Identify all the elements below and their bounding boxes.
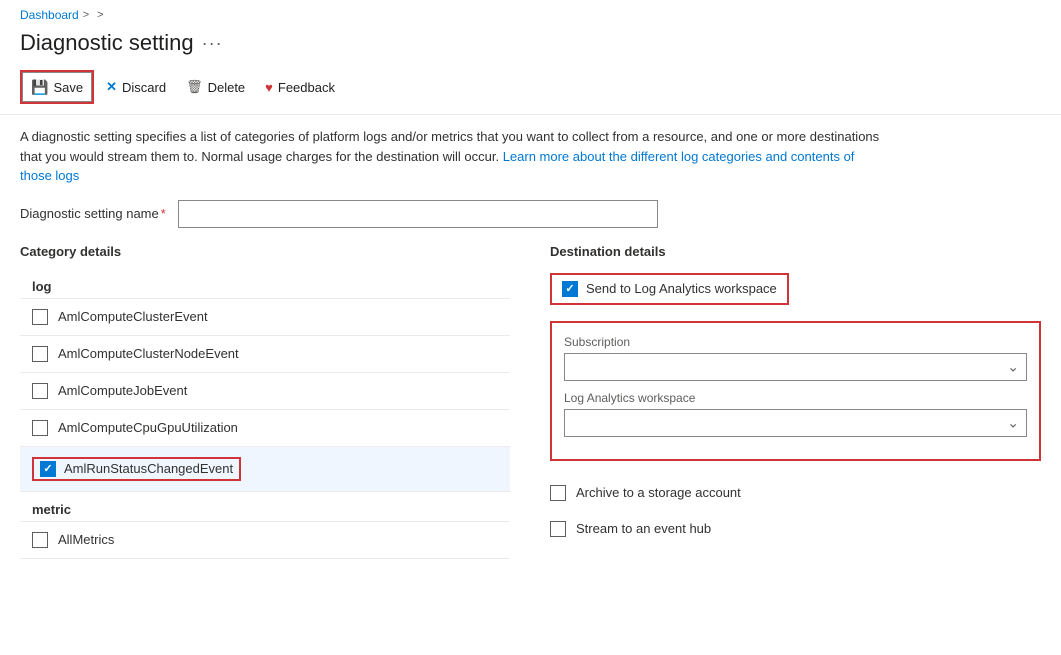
list-item[interactable]: AmlComputeClusterEvent — [20, 299, 510, 335]
category-label-aml-cluster-node-event: AmlComputeClusterNodeEvent — [58, 346, 239, 361]
category-label-all-metrics: AllMetrics — [58, 532, 114, 547]
checkbox-archive[interactable] — [550, 485, 566, 501]
page-wrapper: Dashboard > > Diagnostic setting ··· 💾 S… — [0, 0, 1061, 559]
list-item[interactable]: AllMetrics — [20, 522, 510, 558]
log-subsection-label: log — [20, 269, 510, 298]
workspace-fields-box: Subscription Log Analytics workspace — [550, 321, 1041, 461]
aml-run-status-highlight-box: AmlRunStatusChangedEvent — [32, 457, 241, 481]
category-label-aml-cluster-event: AmlComputeClusterEvent — [58, 309, 208, 324]
diag-name-input[interactable] — [178, 200, 658, 228]
page-title-ellipsis[interactable]: ··· — [202, 33, 223, 54]
workspace-field-group: Log Analytics workspace — [564, 391, 1027, 437]
divider-7 — [20, 558, 510, 559]
save-button-wrapper: 💾 Save — [20, 70, 94, 104]
stream-label: Stream to an event hub — [576, 521, 711, 536]
checkbox-send-analytics[interactable] — [562, 281, 578, 297]
metric-subsection-label: metric — [20, 492, 510, 521]
checkbox-aml-compute-job-event[interactable] — [32, 383, 48, 399]
page-title: Diagnostic setting — [20, 30, 194, 56]
checkbox-all-metrics[interactable] — [32, 532, 48, 548]
send-analytics-option: Send to Log Analytics workspace — [550, 273, 1041, 313]
stream-option[interactable]: Stream to an event hub — [550, 511, 1041, 547]
required-star: * — [161, 206, 166, 221]
feedback-label: Feedback — [278, 80, 335, 95]
subscription-field-group: Subscription — [564, 335, 1027, 381]
send-analytics-label: Send to Log Analytics workspace — [586, 281, 777, 296]
destination-details-panel: Destination details Send to Log Analytic… — [530, 244, 1041, 559]
subscription-label: Subscription — [564, 335, 1027, 349]
category-label-aml-compute-job-event: AmlComputeJobEvent — [58, 383, 187, 398]
checkbox-aml-cluster-event[interactable] — [32, 309, 48, 325]
list-item[interactable]: AmlComputeJobEvent — [20, 373, 510, 409]
description: A diagnostic setting specifies a list of… — [0, 115, 900, 196]
page-title-row: Diagnostic setting ··· — [0, 26, 1061, 64]
workspace-label: Log Analytics workspace — [564, 391, 1027, 405]
workspace-select-wrapper — [564, 409, 1027, 437]
checkbox-stream[interactable] — [550, 521, 566, 537]
save-icon: 💾 — [31, 79, 48, 96]
toolbar: 💾 Save ✕ Discard 🗑 Delete ♥ Feedback — [0, 64, 1061, 115]
subscription-select[interactable] — [564, 353, 1027, 381]
diag-name-label: Diagnostic setting name* — [20, 206, 166, 221]
discard-icon: ✕ — [106, 79, 117, 95]
discard-button[interactable]: ✕ Discard — [98, 72, 174, 102]
archive-option[interactable]: Archive to a storage account — [550, 475, 1041, 511]
delete-label: Delete — [208, 80, 246, 95]
checkbox-aml-compute-cpu-gpu[interactable] — [32, 420, 48, 436]
category-details-panel: Category details log AmlComputeClusterEv… — [20, 244, 530, 559]
workspace-select[interactable] — [564, 409, 1027, 437]
breadcrumb-dashboard-link[interactable]: Dashboard — [20, 8, 79, 22]
two-col-layout: Category details log AmlComputeClusterEv… — [20, 244, 1041, 559]
category-label-aml-compute-cpu-gpu: AmlComputeCpuGpuUtilization — [58, 420, 238, 435]
checkbox-aml-cluster-node-event[interactable] — [32, 346, 48, 362]
breadcrumb-sep1: > — [83, 9, 89, 21]
destination-details-label: Destination details — [550, 244, 1041, 259]
category-label-aml-run-status: AmlRunStatusChangedEvent — [64, 461, 233, 476]
feedback-icon: ♥ — [265, 80, 273, 95]
breadcrumb: Dashboard > > — [0, 0, 1061, 26]
list-item[interactable]: AmlComputeCpuGpuUtilization — [20, 410, 510, 446]
subscription-select-wrapper — [564, 353, 1027, 381]
category-details-label: Category details — [20, 244, 510, 259]
save-button[interactable]: 💾 Save — [22, 72, 92, 102]
save-label: Save — [53, 80, 83, 95]
feedback-button[interactable]: ♥ Feedback — [257, 72, 343, 102]
send-analytics-box[interactable]: Send to Log Analytics workspace — [550, 273, 789, 305]
discard-label: Discard — [122, 80, 166, 95]
form-area: Diagnostic setting name* Category detail… — [0, 196, 1061, 559]
checkbox-aml-run-status[interactable] — [40, 461, 56, 477]
list-item[interactable]: AmlComputeClusterNodeEvent — [20, 336, 510, 372]
delete-button[interactable]: 🗑 Delete — [178, 72, 253, 102]
list-item[interactable]: AmlRunStatusChangedEvent — [20, 447, 510, 491]
breadcrumb-sep2: > — [97, 9, 103, 21]
diag-name-row: Diagnostic setting name* — [20, 200, 1041, 228]
delete-icon: 🗑 — [186, 79, 203, 95]
archive-label: Archive to a storage account — [576, 485, 741, 500]
